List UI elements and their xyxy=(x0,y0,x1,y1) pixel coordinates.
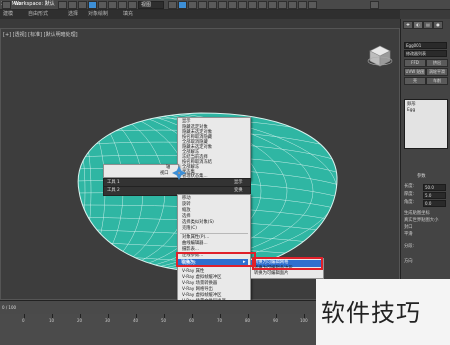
quad-label-transform: 变换 xyxy=(234,188,243,193)
quad-arrow-icon xyxy=(172,166,186,180)
lathe-button[interactable]: 车削 xyxy=(426,77,448,85)
tick-label: 100 xyxy=(300,318,308,323)
shell-button[interactable]: 壳 xyxy=(404,77,426,85)
menu-item-convert-editable-patch[interactable]: 转换为可编辑面片 xyxy=(254,271,288,277)
param-length-label: 长度: xyxy=(404,184,415,189)
material-editor-icon[interactable] xyxy=(278,1,287,9)
tick-label: 0 xyxy=(22,318,25,323)
tick-label: 80 xyxy=(245,318,251,323)
render-setup-icon[interactable] xyxy=(288,1,297,9)
spinner-snap-icon[interactable] xyxy=(208,1,217,9)
tab-populate[interactable]: 填充 xyxy=(123,11,133,18)
menu-item-convert-to[interactable]: 转换为: xyxy=(182,261,196,267)
param-angle-label: 角度: xyxy=(404,200,415,205)
hierarchy-tab-icon[interactable]: ▤ xyxy=(423,21,433,29)
checkbox-cap[interactable]: 封口 xyxy=(404,225,413,230)
align-icon[interactable] xyxy=(238,1,247,9)
watermark: 软件技巧 xyxy=(316,279,450,345)
schematic-icon[interactable] xyxy=(268,1,277,9)
app-menu-button[interactable] xyxy=(2,1,11,9)
object-name-field[interactable]: Egg001 xyxy=(404,42,447,49)
watermark-text: 软件技巧 xyxy=(321,299,421,327)
tick-label: 50 xyxy=(161,318,167,323)
tick-label: 40 xyxy=(133,318,139,323)
annotation-box-submenu xyxy=(252,257,323,270)
tick-label: 10 xyxy=(49,318,55,323)
segments-label: 分段: xyxy=(404,244,415,249)
modify-tab-icon[interactable]: ◐ xyxy=(413,21,423,29)
tick-label: 70 xyxy=(217,318,223,323)
menu-item-viewport[interactable]: 视口 xyxy=(160,171,169,177)
main-toolbar: 3ds Max Workspace: 默认 视图 xyxy=(0,0,450,10)
direction-label: 方向 xyxy=(404,259,413,264)
curve-editor-icon[interactable] xyxy=(258,1,267,9)
modifier-list-dropdown[interactable]: 修改器列表 xyxy=(404,50,447,57)
motion-tab-icon[interactable]: ● xyxy=(433,21,443,29)
stack-item-egg[interactable]: Egg xyxy=(407,108,415,113)
tick-label: 30 xyxy=(105,318,111,323)
redo-icon[interactable] xyxy=(68,1,77,9)
reference-coordinate-dropdown[interactable]: 视图 xyxy=(138,1,164,9)
uvw-map-button[interactable]: UVW 贴图 xyxy=(404,68,426,76)
workspace-label[interactable]: Workspace: 默认 xyxy=(14,0,55,9)
named-selection-icon[interactable] xyxy=(218,1,227,9)
undo-icon[interactable] xyxy=(58,1,67,9)
menu-separator xyxy=(180,233,248,234)
quad-label-display: 显示 xyxy=(234,180,243,185)
param-length-field[interactable]: 50.0 xyxy=(423,184,446,191)
layer-icon[interactable] xyxy=(248,1,257,9)
tab-modeling[interactable]: 建模 xyxy=(3,11,13,18)
tab-freeform[interactable]: 自由形式 xyxy=(28,11,48,18)
select-region-icon[interactable] xyxy=(98,1,107,9)
parameters-rollout-title[interactable]: 参数 xyxy=(417,174,426,179)
mirror-icon[interactable] xyxy=(228,1,237,9)
help-icon[interactable] xyxy=(370,1,379,9)
quad-label-tools1: 工具 1 xyxy=(107,180,120,185)
tick-label: 20 xyxy=(77,318,83,323)
quad-menu-upper: 显示 隐藏选定对象 隐藏未选定对象 按名称取消隐藏 全部取消隐藏 隐藏未选定对象… xyxy=(177,117,251,181)
turbosmooth-button[interactable]: 涡轮平滑 xyxy=(426,68,448,76)
snap-icon[interactable] xyxy=(178,1,187,9)
create-tab-icon[interactable]: ✚ xyxy=(403,21,413,29)
rotate-icon[interactable] xyxy=(128,1,137,9)
link-icon[interactable] xyxy=(78,1,87,9)
ffd-button[interactable]: FFD xyxy=(404,59,426,67)
select-icon[interactable] xyxy=(88,1,97,9)
time-slider-readout: 0 / 100 xyxy=(2,305,17,310)
viewcube-icon[interactable] xyxy=(367,43,393,69)
quad-menu-left-bar: 轴 视口 xyxy=(103,164,179,178)
extrude-button[interactable]: 挤出 xyxy=(426,59,448,67)
tab-object-paint[interactable]: 对象绘制 xyxy=(88,11,108,18)
stack-item-egg-cn[interactable]: 卵形 xyxy=(407,101,416,107)
checkbox-real-world[interactable]: 真实世界贴图大小 xyxy=(404,218,438,223)
angle-snap-icon[interactable] xyxy=(188,1,197,9)
window-crossing-icon[interactable] xyxy=(108,1,117,9)
pivot-icon[interactable] xyxy=(168,1,177,9)
quad-label-tools2: 工具 2 xyxy=(107,188,120,193)
render-frame-icon[interactable] xyxy=(298,1,307,9)
param-thickness-label: 厚度: xyxy=(404,192,415,197)
ribbon-tabs: 建模 自由形式 选择 对象绘制 填充 xyxy=(0,10,400,19)
modifier-stack: 卵形 Egg xyxy=(404,99,448,149)
tick-label: 60 xyxy=(189,318,195,323)
move-icon[interactable] xyxy=(118,1,127,9)
menu-item-clone[interactable]: 克隆(C) xyxy=(182,226,197,232)
param-angle-field[interactable]: 0.0 xyxy=(423,200,446,207)
checkbox-smooth[interactable]: 平滑 xyxy=(404,232,413,237)
tab-selection[interactable]: 选择 xyxy=(68,11,78,18)
percent-snap-icon[interactable] xyxy=(198,1,207,9)
render-icon[interactable] xyxy=(308,1,317,9)
tick-label: 90 xyxy=(273,318,279,323)
param-thickness-field[interactable]: 5.0 xyxy=(423,192,446,199)
checkbox-gen-mapping[interactable]: 生成贴图坐标 xyxy=(404,211,430,216)
